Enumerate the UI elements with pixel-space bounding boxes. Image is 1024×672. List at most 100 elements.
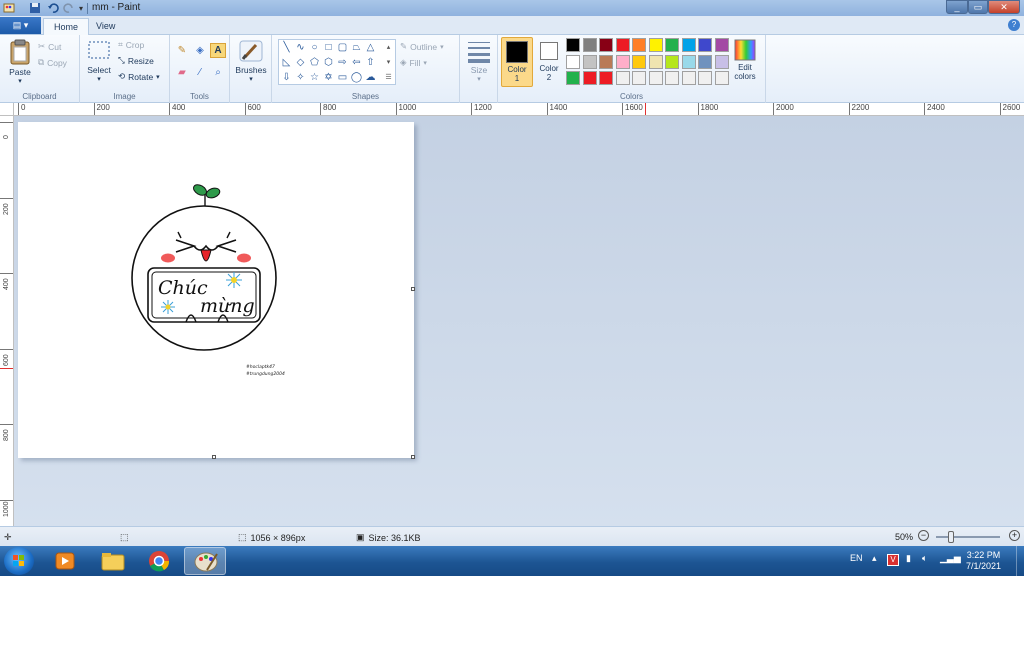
resize-handle-corner[interactable] <box>411 455 415 459</box>
save-icon[interactable] <box>29 2 41 14</box>
polygon-shape-icon[interactable]: ⏢ <box>350 41 363 54</box>
show-hidden-icons-icon[interactable]: ▴ <box>872 553 877 564</box>
zoom-out-button[interactable]: − <box>918 530 929 541</box>
taskbar-media-player[interactable] <box>44 547 86 575</box>
tab-view[interactable]: View <box>86 18 125 35</box>
palette-swatch[interactable] <box>681 71 696 85</box>
text-tool-icon[interactable]: A <box>210 43 226 58</box>
file-menu-button[interactable]: ▤ ▾ <box>0 17 41 34</box>
resize-button[interactable]: ⤡ Resize <box>118 55 154 66</box>
brushes-button[interactable]: Brushes ▾ <box>234 39 268 83</box>
palette-swatch[interactable] <box>681 54 696 69</box>
palette-swatch[interactable] <box>681 38 696 52</box>
clock[interactable]: 3:22 PM 7/1/2021 <box>966 550 1001 572</box>
taskbar-paint[interactable] <box>184 547 226 575</box>
paste-button[interactable]: Paste ▾ <box>4 39 36 85</box>
gallery-scroll-up-icon[interactable]: ▴ <box>382 41 395 54</box>
cloud-callout-shape-icon[interactable]: ☁ <box>364 71 377 84</box>
down-arrow-shape-icon[interactable]: ⇩ <box>280 71 293 84</box>
start-button[interactable] <box>4 547 34 575</box>
taskbar-chrome[interactable] <box>138 547 180 575</box>
crop-button[interactable]: ⌗ Crop <box>118 39 144 50</box>
right-triangle-shape-icon[interactable]: ◺ <box>280 56 293 69</box>
palette-swatch[interactable] <box>582 38 597 52</box>
taskbar-file-explorer[interactable] <box>92 547 134 575</box>
palette-swatch[interactable] <box>615 38 630 52</box>
resize-handle-right[interactable] <box>411 287 415 291</box>
right-arrow-shape-icon[interactable]: ⇨ <box>336 56 349 69</box>
palette-swatch[interactable] <box>632 71 646 85</box>
rotate-button[interactable]: ⟲ Rotate ▾ <box>118 71 160 82</box>
fill-button[interactable]: ◈ Fill ▾ <box>400 57 427 68</box>
palette-swatch[interactable] <box>648 38 663 52</box>
palette-swatch[interactable] <box>599 54 613 69</box>
help-icon[interactable]: ? <box>1008 19 1020 31</box>
palette-swatch[interactable] <box>582 71 597 85</box>
close-button[interactable]: ✕ <box>988 0 1020 14</box>
paste-dropdown-icon[interactable]: ▾ <box>4 77 36 85</box>
fill-bucket-icon[interactable]: ◈ <box>192 43 208 58</box>
zoom-in-button[interactable]: + <box>1009 530 1020 541</box>
oval-callout-shape-icon[interactable]: ◯ <box>350 71 363 84</box>
customize-toolbar-icon[interactable]: ▾ <box>79 4 83 13</box>
outline-button[interactable]: ✎ Outline ▾ <box>400 41 444 52</box>
pentagon-shape-icon[interactable]: ⬠ <box>308 56 321 69</box>
cut-button[interactable]: ✂ Cut <box>38 41 61 52</box>
color-picker-icon[interactable]: ⁄ <box>192 65 208 80</box>
size-button[interactable]: Size ▾ <box>464 39 494 83</box>
up-arrow-shape-icon[interactable]: ⇧ <box>364 56 377 69</box>
select-dropdown-icon[interactable]: ▾ <box>84 75 114 83</box>
drawing-canvas[interactable]: Chúc mừng #hoclaptk47 #trungdung2004 <box>18 122 414 458</box>
left-arrow-shape-icon[interactable]: ⇦ <box>350 56 363 69</box>
palette-swatch[interactable] <box>714 38 729 52</box>
maximize-button[interactable]: ▭ <box>968 0 988 14</box>
oval-shape-icon[interactable]: ○ <box>308 41 321 54</box>
callout-shape-icon[interactable]: ▭ <box>336 71 349 84</box>
palette-swatch[interactable] <box>632 38 646 52</box>
color1-button[interactable]: Color 1 <box>501 37 533 87</box>
antivirus-icon[interactable]: V <box>887 554 899 566</box>
palette-swatch[interactable] <box>698 71 712 85</box>
language-indicator[interactable]: EN <box>850 553 863 563</box>
rectangle-shape-icon[interactable]: □ <box>322 41 335 54</box>
palette-swatch[interactable] <box>665 38 679 52</box>
palette-swatch[interactable] <box>648 71 663 85</box>
color2-button[interactable]: Color 2 <box>536 37 562 87</box>
edit-colors-button[interactable]: Edit colors <box>730 37 760 87</box>
tab-home[interactable]: Home <box>43 18 90 35</box>
show-desktop-button[interactable] <box>1016 546 1024 576</box>
volume-icon[interactable]: 🔈︎ <box>922 553 927 564</box>
palette-swatch[interactable] <box>615 71 630 85</box>
zoom-slider-thumb[interactable] <box>948 531 954 543</box>
resize-handle-bottom[interactable] <box>212 455 216 459</box>
palette-swatch[interactable] <box>615 54 630 69</box>
gallery-scroll-down-icon[interactable]: ▾ <box>382 56 395 69</box>
undo-icon[interactable] <box>47 2 59 14</box>
minimize-button[interactable]: _ <box>946 0 968 14</box>
hexagon-shape-icon[interactable]: ⬡ <box>322 56 335 69</box>
palette-swatch[interactable] <box>632 54 646 69</box>
pencil-icon[interactable]: ✎ <box>174 43 190 58</box>
magnifier-icon[interactable]: ⌕ <box>210 65 226 80</box>
palette-swatch[interactable] <box>665 71 679 85</box>
eraser-icon[interactable]: ▰ <box>174 65 190 80</box>
select-button[interactable]: Select ▾ <box>84 39 114 83</box>
six-point-star-shape-icon[interactable]: ✡ <box>322 71 335 84</box>
battery-icon[interactable]: ▮ <box>906 553 911 564</box>
diamond-shape-icon[interactable]: ◇ <box>294 56 307 69</box>
palette-swatch[interactable] <box>648 54 663 69</box>
triangle-shape-icon[interactable]: △ <box>364 41 377 54</box>
palette-swatch[interactable] <box>714 54 729 69</box>
palette-swatch[interactable] <box>566 71 580 85</box>
curve-shape-icon[interactable]: ∿ <box>294 41 307 54</box>
palette-swatch[interactable] <box>566 38 580 52</box>
gallery-expand-icon[interactable]: ☰ <box>382 71 395 84</box>
canvas-workspace[interactable]: Chúc mừng #hoclaptk47 #trungdung2004 <box>14 116 1024 526</box>
palette-swatch[interactable] <box>698 38 712 52</box>
palette-swatch[interactable] <box>698 54 712 69</box>
palette-swatch[interactable] <box>582 54 597 69</box>
redo-icon[interactable] <box>63 2 75 14</box>
network-signal-icon[interactable]: ▁▃▅ <box>940 553 961 564</box>
palette-swatch[interactable] <box>599 71 613 85</box>
palette-swatch[interactable] <box>665 54 679 69</box>
